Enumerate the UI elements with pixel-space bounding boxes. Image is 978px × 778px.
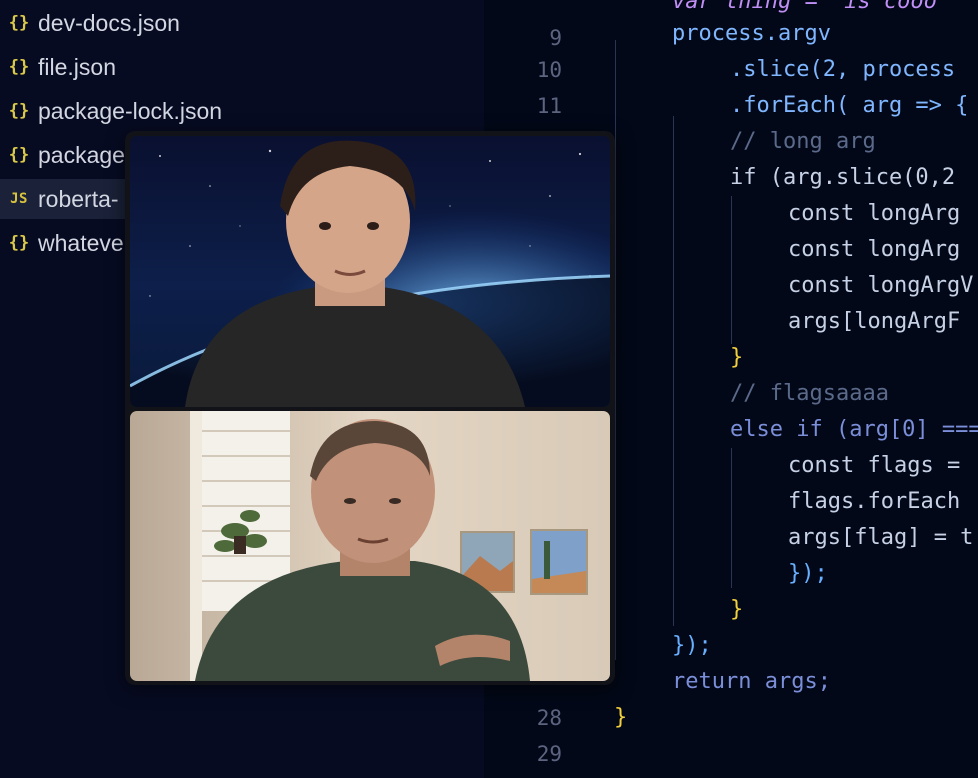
code-text: const longArgV (788, 273, 974, 298)
json-file-icon: {} (8, 57, 30, 77)
line-number: 30 (484, 772, 562, 778)
code-line: 12 .forEach( arg => { (484, 88, 978, 154)
video-tile-participant-2[interactable] (130, 411, 610, 681)
code-text: }); (672, 633, 712, 658)
code-text: else if (arg[0] === (730, 412, 978, 448)
file-name: dev-docs.json (38, 9, 180, 36)
file-name: package-lock.json (38, 97, 223, 124)
code-text: }); (788, 561, 828, 586)
code-text: const longArg (788, 232, 960, 268)
json-file-icon: {} (8, 13, 30, 33)
code-line: 10 process.argv (484, 16, 978, 82)
code-text: return args; (672, 669, 831, 694)
code-text: } (730, 597, 744, 622)
js-file-icon: JS (10, 191, 28, 207)
code-text: // flagsaaaa (730, 376, 889, 412)
code-text: // long arg (730, 124, 876, 160)
code-text: args[longArgF (788, 309, 961, 334)
code-line: 11 .slice(2, process (484, 52, 978, 118)
code-text: .slice(2, process (730, 57, 956, 82)
code-text: if (arg.slice(0,2 (730, 165, 956, 190)
code-text: }); (788, 556, 828, 592)
code-line: 30 (484, 736, 978, 772)
code-text: .forEach( arg => { (730, 93, 969, 118)
file-item-dev-docs[interactable]: {} dev-docs.json (0, 3, 484, 43)
video-tile-participant-1[interactable] (130, 136, 610, 407)
code-text: args[flag] = t (788, 520, 973, 556)
code-text: } (614, 700, 627, 736)
code-text: const longArgV (788, 268, 973, 304)
code-text: } (614, 705, 628, 730)
code-text: }); (672, 628, 712, 664)
code-text: .slice(2, process (730, 52, 955, 88)
file-name: roberta- (38, 185, 119, 212)
file-name: file.json (38, 53, 116, 80)
code-text: } (730, 345, 744, 370)
code-text: flags.forEach (788, 484, 960, 520)
code-text: process.argv (672, 16, 831, 52)
json-file-icon: {} (8, 101, 30, 121)
code-text: const longArg (788, 201, 961, 226)
code-line: 29 } (484, 700, 978, 766)
code-text: } (730, 340, 743, 376)
file-name: package (38, 141, 125, 168)
code-text: // long arg (730, 129, 876, 154)
code-text: flags.forEach (788, 489, 961, 514)
code-text: const flags = (788, 448, 960, 484)
code-text: if (arg.slice(0,2 (730, 160, 955, 196)
code-text: // flagsaaaa (730, 381, 889, 406)
video-call-panel[interactable] (125, 131, 615, 685)
code-text: const longArg (788, 196, 960, 232)
code-text: process.argv (672, 21, 831, 46)
code-text: args[longArgF (788, 304, 960, 340)
participant-2-video (130, 411, 610, 681)
code-text: .forEach( arg => { (730, 88, 968, 124)
code-text: const longArg (788, 237, 961, 262)
code-text: } (730, 592, 743, 628)
code-text: args[flag] = t (788, 525, 974, 550)
json-file-icon: {} (8, 233, 30, 253)
participant-1-video (130, 136, 610, 407)
json-file-icon: {} (8, 145, 30, 165)
file-name: whateve (38, 229, 124, 256)
code-text: else if (arg[0] === (730, 417, 978, 442)
code-text: var thing = 'is cooo (672, 0, 937, 14)
file-item-file-json[interactable]: {} file.json (0, 47, 484, 87)
screen: {} dev-docs.json {} file.json {} package… (0, 0, 978, 778)
file-item-package-lock[interactable]: {} package-lock.json (0, 91, 484, 131)
code-text: return args; (672, 664, 831, 700)
code-text: const flags = (788, 453, 961, 478)
